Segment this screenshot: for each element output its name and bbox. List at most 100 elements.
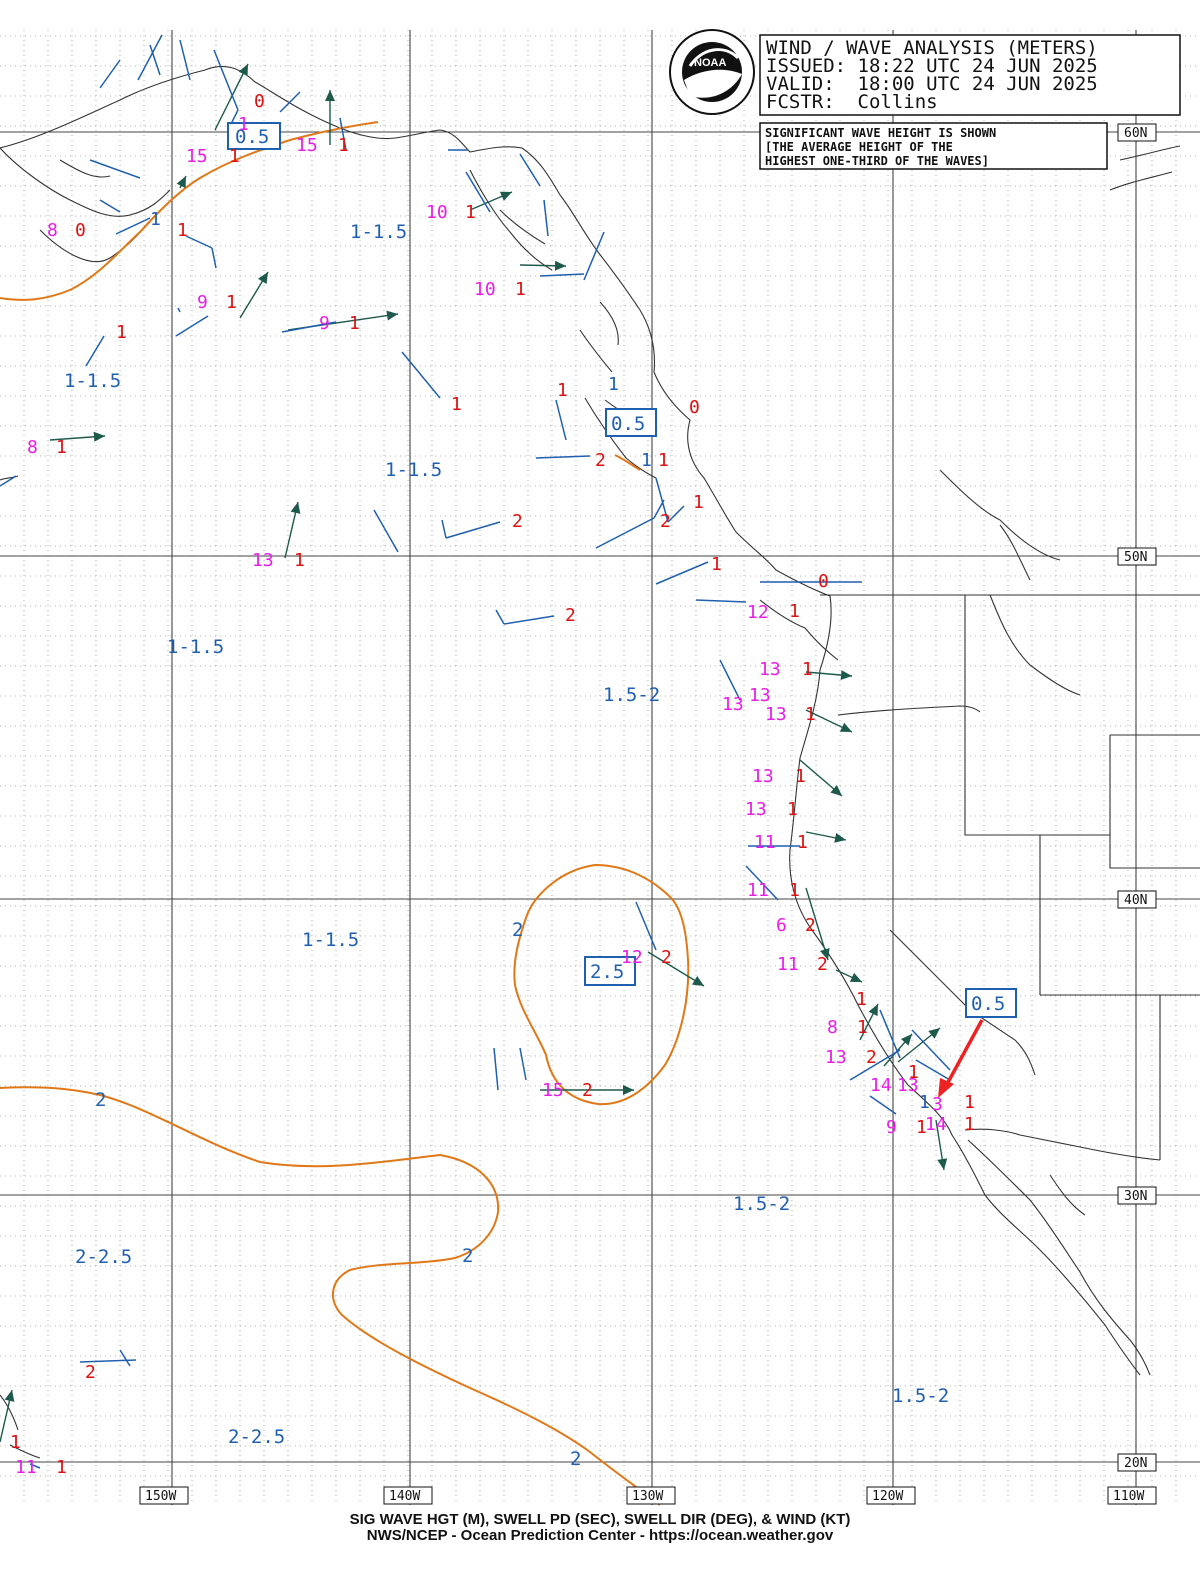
swell-period: 8 xyxy=(47,220,58,241)
wave-height: 1 xyxy=(908,1062,919,1083)
swell-period: 11 xyxy=(747,880,769,901)
note-line-2: [THE AVERAGE HEIGHT OF THE xyxy=(765,140,953,154)
region-label: 1.5-2 xyxy=(603,684,660,706)
small-height-label: 1 xyxy=(229,146,240,167)
swell-period: 15 xyxy=(296,135,318,156)
swell-period: 8 xyxy=(827,1017,838,1038)
swell-period: 11 xyxy=(15,1457,37,1478)
wave-height: 1 xyxy=(177,220,188,241)
wave-height: 1 xyxy=(294,550,305,571)
small-height-label: 1 xyxy=(150,209,161,230)
note-box: SIGNIFICANT WAVE HEIGHT IS SHOWN [THE AV… xyxy=(759,122,1108,170)
noaa-logo-text: NOAA xyxy=(694,57,726,69)
wave-height: 1 xyxy=(226,292,237,313)
wave-height: 1 xyxy=(658,450,669,471)
footer-line-2: NWS/NCEP - Ocean Prediction Center - htt… xyxy=(366,1527,834,1544)
region-label: 1.5-2 xyxy=(892,1385,949,1407)
lat-label-50n: 50N xyxy=(1124,550,1147,565)
swell-period: 6 xyxy=(776,915,787,936)
wave-height: 2 xyxy=(661,947,672,968)
region-label: 1-1.5 xyxy=(64,370,121,392)
swell-period: 13 xyxy=(252,550,274,571)
contour-label: 2 xyxy=(95,1089,106,1111)
wave-height: 1 xyxy=(805,704,816,725)
wave-analysis-map: 1-1.5 1-1.5 1-1.5 1-1.5 1-1.5 1.5-2 1.5-… xyxy=(0,0,1200,1588)
wave-height: 2 xyxy=(582,1080,593,1101)
lon-label-110w: 110W xyxy=(1113,1489,1144,1504)
header-box: WIND / WAVE ANALYSIS (METERS) ISSUED: 18… xyxy=(759,34,1181,116)
header-forecaster: FCSTR: Collins xyxy=(766,91,938,113)
swell-period: 8 xyxy=(27,437,38,458)
swell-period: 15 xyxy=(186,146,208,167)
swell-period: 11 xyxy=(754,832,776,853)
wave-height: 2 xyxy=(660,511,671,532)
swell-period: 10 xyxy=(426,202,448,223)
boxed-wave-label: 0.5 xyxy=(971,993,1005,1015)
wave-height: 2 xyxy=(817,954,828,975)
region-label: 1-1.5 xyxy=(385,459,442,481)
swell-period: 11 xyxy=(777,954,799,975)
wave-height: 1 xyxy=(787,799,798,820)
wave-height: 1 xyxy=(10,1432,21,1453)
wave-height: 2 xyxy=(805,915,816,936)
swell-period: 13 xyxy=(825,1047,847,1068)
wave-height: 1 xyxy=(857,1017,868,1038)
wave-height: 1 xyxy=(465,202,476,223)
region-label: 1-1.5 xyxy=(350,221,407,243)
swell-period: 13 xyxy=(752,766,774,787)
contour-label: 2 xyxy=(570,1448,581,1470)
lat-label-60n: 60N xyxy=(1124,126,1147,141)
boxed-wave-label: 0.5 xyxy=(611,413,645,435)
lon-label-150w: 150W xyxy=(145,1489,176,1504)
wave-height: 0 xyxy=(689,397,700,418)
swell-period: 9 xyxy=(197,292,208,313)
swell-period: 9 xyxy=(319,313,330,334)
wave-height: 2 xyxy=(85,1362,96,1383)
swell-period: 13 xyxy=(749,685,771,706)
note-line-1: SIGNIFICANT WAVE HEIGHT IS SHOWN xyxy=(765,126,996,140)
region-label: 2-2.5 xyxy=(75,1246,132,1268)
lon-label-130w: 130W xyxy=(632,1489,663,1504)
swell-period: 14 xyxy=(870,1075,892,1096)
region-label: 1.5-2 xyxy=(733,1193,790,1215)
wave-height: 1 xyxy=(916,1117,927,1138)
swell-period: 10 xyxy=(474,279,496,300)
swell-period: 14 xyxy=(925,1114,947,1135)
wave-height: 1 xyxy=(56,437,67,458)
small-height-label: 1 xyxy=(919,1092,930,1113)
swell-period: 12 xyxy=(621,947,643,968)
swell-period: 12 xyxy=(747,602,769,623)
wave-height: 1 xyxy=(515,279,526,300)
wave-height: 1 xyxy=(789,880,800,901)
wave-height: 1 xyxy=(964,1114,975,1135)
swell-period: 15 xyxy=(542,1080,564,1101)
wave-height: 2 xyxy=(565,605,576,626)
wave-height: 2 xyxy=(866,1047,877,1068)
wave-height: 1 xyxy=(964,1092,975,1113)
region-label: 1-1.5 xyxy=(167,636,224,658)
small-height-label: 3 xyxy=(932,1094,943,1115)
wave-height: 1 xyxy=(711,554,722,575)
note-line-3: HIGHEST ONE-THIRD OF THE WAVES] xyxy=(765,154,989,168)
wave-height: 1 xyxy=(789,601,800,622)
lat-label-40n: 40N xyxy=(1124,893,1147,908)
lon-label-120w: 120W xyxy=(872,1489,903,1504)
wave-height: 1 xyxy=(693,492,704,513)
lat-label-30n: 30N xyxy=(1124,1189,1147,1204)
wave-height: 1 xyxy=(856,989,867,1010)
wave-height: 2 xyxy=(595,450,606,471)
wave-height: 1 xyxy=(797,832,808,853)
region-label: 1-1.5 xyxy=(302,929,359,951)
swell-period: 13 xyxy=(745,799,767,820)
small-height-label: 1 xyxy=(641,450,652,471)
wave-height: 0 xyxy=(254,91,265,112)
noaa-logo: NOAA xyxy=(669,29,755,115)
wave-height: 1 xyxy=(338,135,349,156)
swell-period: 13 xyxy=(759,659,781,680)
small-height-label: 1 xyxy=(608,374,619,395)
swell-period: 13 xyxy=(722,694,744,715)
wave-height: 0 xyxy=(75,220,86,241)
lat-label-20n: 20N xyxy=(1124,1456,1147,1471)
wave-height: 1 xyxy=(56,1457,67,1478)
wave-height: 1 xyxy=(802,659,813,680)
